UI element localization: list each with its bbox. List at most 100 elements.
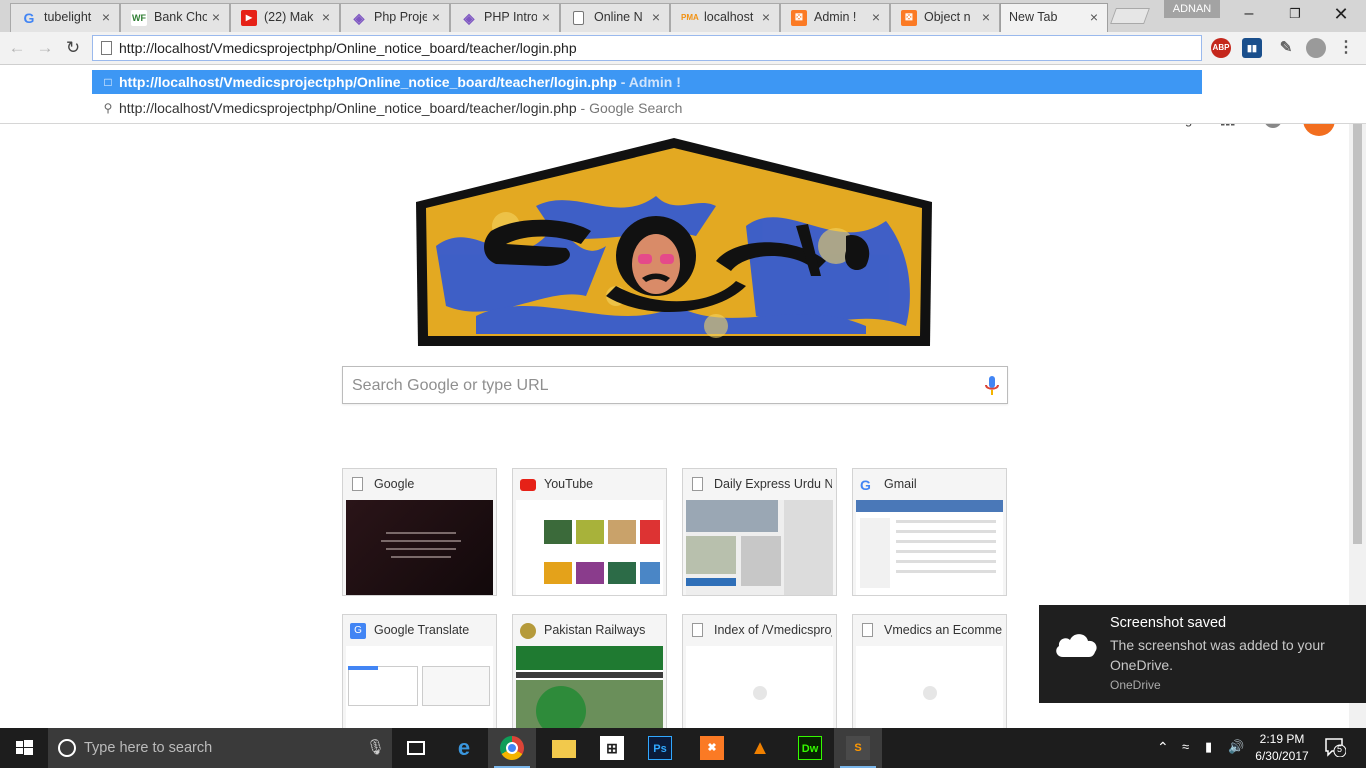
tab-title: localhost — [704, 10, 754, 24]
suggestion-item[interactable]: □ http://localhost/Vmedicsprojectphp/Onl… — [92, 70, 1202, 94]
notification-count: 5 — [1337, 744, 1343, 754]
analytics-icon[interactable]: ▮▮ — [1242, 38, 1262, 58]
tab-title: (22) Mak — [264, 10, 314, 24]
vlc-icon[interactable]: ▲ — [736, 728, 784, 768]
taskbar-search[interactable]: Type here to search 🎙 — [48, 728, 392, 768]
close-icon[interactable]: × — [539, 9, 553, 25]
close-icon[interactable]: × — [1087, 9, 1101, 25]
photoshop-icon[interactable]: Ps — [636, 728, 684, 768]
minimize-button[interactable]: – — [1226, 0, 1272, 30]
microphone-icon[interactable] — [983, 375, 1001, 397]
close-icon[interactable]: × — [979, 9, 993, 25]
volume-icon[interactable]: 🔊 — [1228, 739, 1244, 755]
most-visited-tile[interactable]: G Google Translate — [342, 614, 497, 742]
tab-strip: G tubelight × WF Bank Cho × ▶ (22) Mak ×… — [0, 0, 1366, 32]
most-visited-tile[interactable]: Google — [342, 468, 497, 596]
tile-thumbnail — [686, 500, 833, 595]
file-explorer-icon[interactable] — [540, 728, 588, 768]
cortana-icon — [58, 739, 76, 757]
xampp-icon: ⊠ — [791, 10, 807, 26]
search-input[interactable] — [352, 375, 972, 397]
youtube-icon: ▶ — [241, 10, 257, 26]
tile-thumbnail — [856, 646, 1003, 741]
tab-online-notice[interactable]: Online N × — [560, 3, 670, 32]
tab-localhost[interactable]: PMA localhost × — [670, 3, 780, 32]
tile-thumbnail — [516, 500, 663, 595]
tab-php-intro[interactable]: ◈ PHP Intro × — [450, 3, 560, 32]
scrollbar-thumb[interactable] — [1353, 124, 1362, 544]
diamond-icon: ◈ — [353, 10, 365, 26]
chrome-icon[interactable] — [488, 728, 536, 768]
tile-title: Google Translate — [374, 623, 470, 637]
close-icon[interactable]: × — [209, 9, 223, 25]
most-visited-tile[interactable]: Pakistan Railways — [512, 614, 667, 742]
suggestion-item[interactable]: ⚲ http://localhost/Vmedicsprojectphp/Onl… — [92, 96, 1202, 120]
tab-title: Object n — [924, 10, 971, 24]
battery-icon[interactable]: ▮ — [1205, 739, 1212, 755]
new-tab-button[interactable] — [1110, 8, 1150, 24]
tab-new-tab[interactable]: New Tab × — [1000, 3, 1108, 32]
task-view-icon[interactable] — [392, 728, 440, 768]
taskbar-clock[interactable]: 2:19 PM 6/30/2017 — [1249, 731, 1315, 765]
edge-icon[interactable]: e — [440, 728, 488, 768]
wf-icon: WF — [131, 10, 147, 26]
tab-youtube[interactable]: ▶ (22) Mak × — [230, 3, 340, 32]
tab-php-project[interactable]: ◈ Php Proje × — [340, 3, 450, 32]
menu-icon[interactable]: ⋮ — [1336, 38, 1356, 58]
action-center-icon[interactable]: 5 — [1324, 737, 1347, 758]
tile-thumbnail — [346, 646, 493, 741]
close-icon[interactable]: × — [759, 9, 773, 25]
xampp-icon: ⊠ — [901, 10, 917, 26]
adblock-icon[interactable]: ABP — [1211, 38, 1231, 58]
dreamweaver-icon[interactable]: Dw — [786, 728, 834, 768]
close-icon[interactable]: × — [429, 9, 443, 25]
notification-source: OneDrive — [1110, 678, 1161, 692]
wifi-icon[interactable]: ≈ — [1182, 739, 1189, 754]
tile-title: Google — [374, 477, 415, 491]
address-input[interactable] — [119, 38, 1189, 58]
date: 6/30/2017 — [1255, 749, 1309, 763]
xampp-icon[interactable]: ✖ — [688, 728, 736, 768]
google-doodle[interactable] — [416, 136, 932, 348]
most-visited-tile[interactable]: YouTube — [512, 468, 667, 596]
close-icon[interactable]: × — [319, 9, 333, 25]
tab-tubelight[interactable]: G tubelight × — [10, 3, 120, 32]
windows-start-icon[interactable] — [0, 728, 48, 768]
close-icon[interactable]: × — [869, 9, 883, 25]
close-window-button[interactable]: ✕ — [1318, 0, 1364, 30]
profile-name[interactable]: ADNAN — [1164, 0, 1220, 18]
diamond-icon: ◈ — [463, 10, 475, 26]
tab-bank[interactable]: WF Bank Cho × — [120, 3, 230, 32]
omnibox-suggestions: □ http://localhost/Vmedicsprojectphp/Onl… — [0, 65, 1366, 124]
reload-button[interactable]: ↻ — [62, 37, 84, 59]
tab-title: PHP Intro — [484, 10, 537, 24]
search-icon: ⚲ — [103, 101, 113, 115]
tab-admin[interactable]: ⊠ Admin ! × — [780, 3, 890, 32]
tab-title: Online N — [594, 10, 643, 24]
close-icon[interactable]: × — [649, 9, 663, 25]
most-visited-tile[interactable]: Index of /Vmedicsproject — [682, 614, 837, 742]
tile-thumbnail — [516, 646, 663, 741]
close-icon[interactable]: × — [99, 9, 113, 25]
tab-object[interactable]: ⊠ Object n × — [890, 3, 1000, 32]
store-icon[interactable]: ⊞ — [588, 728, 636, 768]
forward-button[interactable]: → — [34, 37, 56, 59]
back-button[interactable]: ← — [6, 37, 28, 59]
microphone-icon[interactable]: 🎙 — [366, 738, 385, 756]
eyedropper-icon[interactable]: ✎ — [1276, 38, 1296, 58]
page-icon — [692, 477, 703, 491]
tab-title: Bank Cho — [154, 10, 207, 24]
page-icon — [101, 41, 112, 55]
sublime-icon[interactable]: S — [834, 728, 882, 768]
tab-title: tubelight — [44, 10, 92, 24]
search-box[interactable] — [342, 366, 1008, 404]
most-visited-tile[interactable]: Daily Express Urdu News — [682, 468, 837, 596]
extension-icon[interactable] — [1306, 38, 1326, 58]
chevron-up-icon[interactable]: ⌃ — [1157, 739, 1169, 756]
most-visited-tile[interactable]: Vmedics an Ecommerce — [852, 614, 1007, 742]
most-visited-tile[interactable]: G Gmail — [852, 468, 1007, 596]
address-bar[interactable] — [92, 35, 1202, 61]
onedrive-notification[interactable]: Screenshot saved The screenshot was adde… — [1039, 605, 1366, 703]
restore-button[interactable]: ❐ — [1272, 0, 1318, 30]
taskbar-search-placeholder: Type here to search — [84, 740, 213, 756]
